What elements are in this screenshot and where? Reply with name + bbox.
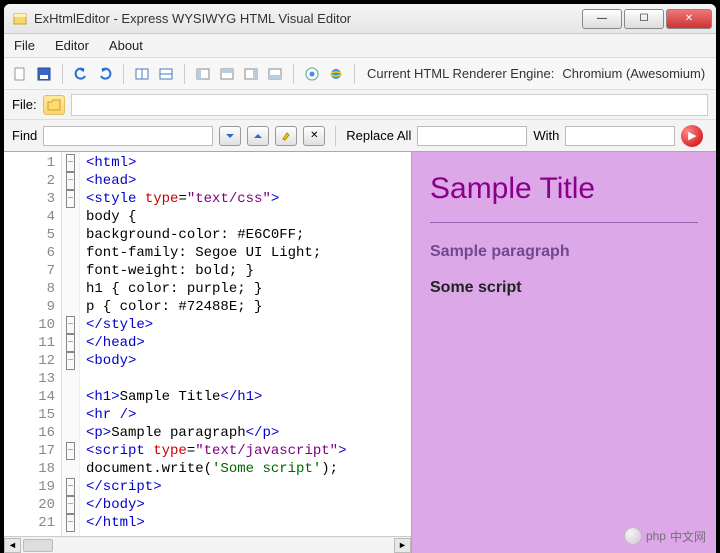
fold-toggle-icon[interactable]: − <box>66 514 75 532</box>
watermark-icon <box>624 527 642 545</box>
fold-toggle-icon[interactable]: − <box>66 154 75 172</box>
main-toolbar: Current HTML Renderer Engine: Chromium (… <box>4 58 716 90</box>
open-folder-icon[interactable] <box>43 95 65 115</box>
fold-toggle-icon[interactable]: − <box>66 172 75 190</box>
close-button[interactable]: ✕ <box>666 9 712 29</box>
new-file-icon[interactable] <box>10 64 30 84</box>
preview-hr <box>430 222 698 223</box>
preview-pane: Sample Title Sample paragraph Some scrip… <box>412 152 716 553</box>
with-input[interactable] <box>565 126 675 146</box>
layout4-icon[interactable] <box>265 64 285 84</box>
watermark-prefix: php <box>646 529 666 543</box>
renderer-label: Current HTML Renderer Engine: <box>367 66 554 81</box>
titlebar[interactable]: ExHtmlEditor - Express WYSIWYG HTML Visu… <box>4 4 716 34</box>
ie-icon[interactable] <box>326 64 346 84</box>
separator <box>123 64 124 84</box>
watermark: php 中文网 <box>624 527 706 545</box>
window-controls: — ☐ ✕ <box>582 9 712 29</box>
menubar: File Editor About <box>4 34 716 58</box>
file-bar: File: <box>4 90 716 120</box>
layout1-icon[interactable] <box>193 64 213 84</box>
scroll-right-icon[interactable]: ► <box>394 538 411 553</box>
app-icon <box>12 11 28 27</box>
split-vertical-icon[interactable] <box>132 64 152 84</box>
code-editor-pane[interactable]: 123456789101112131415161718192021 −−− −−… <box>4 152 412 553</box>
preview-paragraph: Sample paragraph <box>430 243 698 261</box>
minimize-button[interactable]: — <box>582 9 622 29</box>
menu-editor[interactable]: Editor <box>55 38 89 53</box>
watermark-text: 中文网 <box>670 528 706 545</box>
menu-file[interactable]: File <box>14 38 35 53</box>
scroll-track[interactable] <box>21 538 394 553</box>
find-next-icon[interactable] <box>219 126 241 146</box>
code-lines[interactable]: <html><head><style type="text/css">body … <box>80 152 411 536</box>
undo-icon[interactable] <box>71 64 91 84</box>
app-window: ExHtmlEditor - Express WYSIWYG HTML Visu… <box>4 4 716 553</box>
separator <box>293 64 294 84</box>
layout2-icon[interactable] <box>217 64 237 84</box>
find-bar: Find ✕ Replace All With ▶ <box>4 120 716 152</box>
fold-gutter[interactable]: −−− −−− − −−− <box>62 152 80 536</box>
maximize-button[interactable]: ☐ <box>624 9 664 29</box>
find-prev-icon[interactable] <box>247 126 269 146</box>
scroll-left-icon[interactable]: ◄ <box>4 538 21 553</box>
preview-script-output: Some script <box>430 279 698 297</box>
find-label: Find <box>12 128 37 143</box>
fold-toggle-icon[interactable]: − <box>66 478 75 496</box>
fold-toggle-icon[interactable]: − <box>66 352 75 370</box>
separator <box>335 126 336 146</box>
fold-toggle-icon[interactable]: − <box>66 496 75 514</box>
file-label: File: <box>12 97 37 112</box>
highlight-icon[interactable] <box>275 126 297 146</box>
replace-go-button[interactable]: ▶ <box>681 125 703 147</box>
chrome-icon[interactable] <box>302 64 322 84</box>
renderer-value[interactable]: Chromium (Awesomium) <box>562 66 705 81</box>
redo-icon[interactable] <box>95 64 115 84</box>
separator <box>184 64 185 84</box>
clear-find-icon[interactable]: ✕ <box>303 126 325 146</box>
replace-input[interactable] <box>417 126 527 146</box>
fold-toggle-icon[interactable]: − <box>66 316 75 334</box>
fold-toggle-icon[interactable]: − <box>66 190 75 208</box>
layout3-icon[interactable] <box>241 64 261 84</box>
find-input[interactable] <box>43 126 213 146</box>
fold-toggle-icon[interactable]: − <box>66 442 75 460</box>
line-number-gutter: 123456789101112131415161718192021 <box>4 152 62 536</box>
code-area[interactable]: 123456789101112131415161718192021 −−− −−… <box>4 152 411 536</box>
with-label: With <box>533 128 559 143</box>
separator <box>354 64 355 84</box>
split-horizontal-icon[interactable] <box>156 64 176 84</box>
file-path-input[interactable] <box>71 94 708 116</box>
replace-label: Replace All <box>346 128 411 143</box>
menu-about[interactable]: About <box>109 38 143 53</box>
separator <box>62 64 63 84</box>
save-icon[interactable] <box>34 64 54 84</box>
scroll-thumb[interactable] <box>23 539 53 552</box>
preview-h1: Sample Title <box>430 172 698 206</box>
window-title: ExHtmlEditor - Express WYSIWYG HTML Visu… <box>34 11 582 26</box>
fold-toggle-icon[interactable]: − <box>66 334 75 352</box>
content-area: 123456789101112131415161718192021 −−− −−… <box>4 152 716 553</box>
horizontal-scrollbar[interactable]: ◄ ► <box>4 536 411 553</box>
